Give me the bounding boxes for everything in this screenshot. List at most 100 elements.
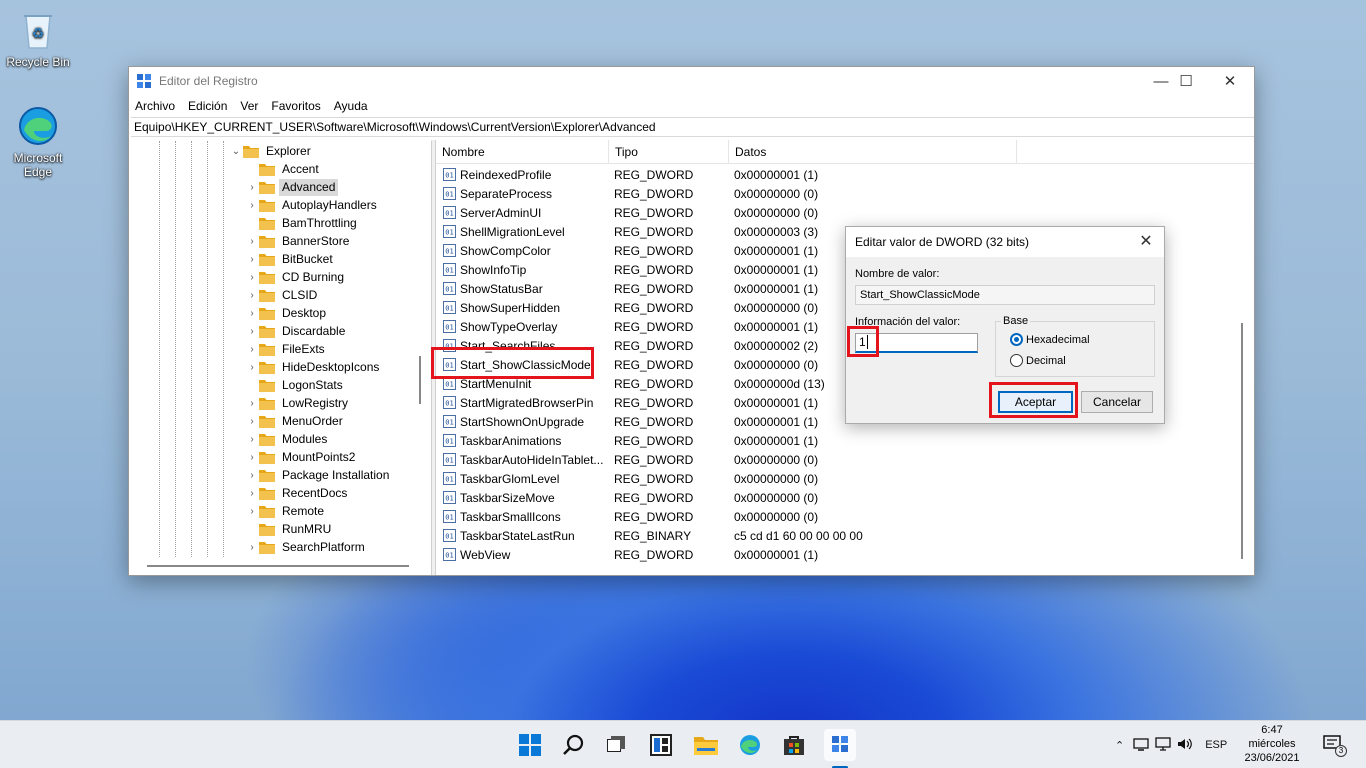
menu-archivo[interactable]: Archivo [135,99,175,113]
tree-item-mountpoints2[interactable]: › MountPoints2 [245,448,358,466]
chevron-right-icon[interactable]: › [245,326,259,337]
search-icon[interactable] [558,729,590,761]
chevron-right-icon[interactable]: › [245,362,259,373]
tree-item-runmru[interactable]: RunMRU [245,520,334,538]
tree-item-bamthrottling[interactable]: BamThrottling [245,214,360,232]
chevron-right-icon[interactable]: › [245,542,259,553]
chevron-right-icon[interactable]: › [245,272,259,283]
tree-item-label: RunMRU [282,521,332,536]
store-icon[interactable] [778,729,810,761]
chevron-right-icon[interactable]: › [245,488,259,499]
radio-decimal[interactable]: Decimal [1010,354,1066,367]
cancel-button[interactable]: Cancelar [1081,391,1153,413]
menu-favoritos[interactable]: Favoritos [271,99,320,113]
menu-ayuda[interactable]: Ayuda [334,99,368,113]
tree-item-fileexts[interactable]: › FileExts [245,340,328,358]
column-header-datos[interactable]: Datos [729,140,1017,164]
tree-item-searchplatform[interactable]: › SearchPlatform [245,538,368,556]
dialog-close-button[interactable]: ✕ [1136,232,1156,252]
tree-item-remote[interactable]: › Remote [245,502,327,520]
registry-value-row[interactable]: 01 TaskbarAutoHideInTablet... REG_DWORD 0x0… [436,450,1136,469]
desktop-icon-edge[interactable]: Microsoft Edge [3,104,73,179]
tree-item-autoplayhandlers[interactable]: › AutoplayHandlers [245,196,380,214]
column-header-tipo[interactable]: Tipo [609,140,729,164]
language-indicator[interactable]: ESP [1205,739,1227,751]
registry-value-row[interactable]: 01 SeparateProcess REG_DWORD 0x00000000 (0) [436,184,1136,203]
tree-vertical-scrollbar[interactable] [419,356,421,404]
chevron-right-icon[interactable]: › [245,398,259,409]
tree-item-modules[interactable]: › Modules [245,430,330,448]
close-button[interactable]: ✕ [1207,67,1253,95]
tree-horizontal-scrollbar[interactable] [147,565,409,567]
registry-value-row[interactable]: 01 ReindexedProfile REG_DWORD 0x00000001 (1… [436,165,1136,184]
file-explorer-icon[interactable] [690,729,722,761]
display-icon[interactable] [1155,736,1171,754]
tree-item-bitbucket[interactable]: › BitBucket [245,250,336,268]
tree-item-logonstats[interactable]: LogonStats [245,376,346,394]
tree-item-lowregistry[interactable]: › LowRegistry [245,394,351,412]
value-name: ShowSuperHidden [460,300,561,315]
tree-item-menuorder[interactable]: › MenuOrder [245,412,346,430]
tree-item-explorer[interactable]: ⌄ Explorer [229,142,314,160]
dialog-title-bar[interactable]: Editar valor de DWORD (32 bits) ✕ [846,227,1164,257]
value-name: Start_SearchFiles [460,338,556,353]
chevron-right-icon[interactable]: › [245,470,259,481]
title-bar[interactable]: Editor del Registro — ☐ ✕ [129,67,1254,95]
chevron-right-icon[interactable]: › [245,344,259,355]
network-icon[interactable] [1133,737,1149,754]
registry-value-row[interactable]: 01 ServerAdminUI REG_DWORD 0x00000000 (0) [436,203,1136,222]
address-bar[interactable]: Equipo\HKEY_CURRENT_USER\Software\Micros… [131,117,1254,137]
tree-item-package-installation[interactable]: › Package Installation [245,466,392,484]
notification-center-button[interactable]: 3 [1323,735,1347,757]
registry-value-row[interactable]: 01 TaskbarAnimations REG_DWORD 0x00000001 (… [436,431,1136,450]
chevron-right-icon[interactable]: › [245,416,259,427]
radio-button-selected [1010,333,1023,346]
chevron-right-icon[interactable]: › [245,434,259,445]
value-type: REG_DWORD [614,300,694,315]
chevron-right-icon[interactable]: › [245,506,259,517]
folder-icon [259,487,275,500]
tree-item-cd-burning[interactable]: › CD Burning [245,268,347,286]
widgets-icon[interactable] [645,729,677,761]
chevron-up-icon[interactable]: ⌃ [1115,739,1124,752]
registry-value-row[interactable]: 01 TaskbarSizeMove REG_DWORD 0x00000000 (0) [436,488,1136,507]
edge-icon[interactable] [734,729,766,761]
chevron-right-icon[interactable]: › [245,308,259,319]
tree-item-advanced[interactable]: › Advanced [245,178,339,196]
chevron-right-icon[interactable]: › [245,200,259,211]
clock[interactable]: 6:47 miércoles 23/06/2021 [1243,723,1301,765]
tree-item-desktop[interactable]: › Desktop [245,304,329,322]
chevron-down-icon[interactable]: ⌄ [229,146,243,157]
svg-text:01: 01 [445,172,453,180]
maximize-button[interactable]: ☐ [1163,67,1209,95]
start-icon[interactable] [514,729,546,761]
chevron-right-icon[interactable]: › [245,290,259,301]
desktop-icon-recycle-bin[interactable]: ♻ Recycle Bin [3,8,73,69]
tree-item-accent[interactable]: Accent [245,160,322,178]
radio-hexadecimal[interactable]: Hexadecimal [1010,333,1090,346]
tree-item-clsid[interactable]: › CLSID [245,286,320,304]
tree-item-hidedesktopicons[interactable]: › HideDesktopIcons [245,358,382,376]
menu-edicion[interactable]: Edición [188,99,227,113]
regedit-taskbar-icon[interactable] [824,729,856,761]
chevron-right-icon[interactable]: › [245,254,259,265]
value-data-input[interactable]: 1 [855,333,978,353]
tree-item-bannerstore[interactable]: › BannerStore [245,232,352,250]
registry-value-row[interactable]: 01 TaskbarSmallIcons REG_DWORD 0x00000000 (… [436,507,1136,526]
registry-value-row[interactable]: 01 TaskbarGlomLevel REG_DWORD 0x00000000 (0… [436,469,1136,488]
menu-ver[interactable]: Ver [240,99,258,113]
registry-value-icon: 01 [443,377,456,390]
ok-button[interactable]: Aceptar [998,391,1073,413]
column-header-nombre[interactable]: Nombre [436,140,609,164]
volume-icon[interactable] [1177,737,1193,754]
tree-item-discardable[interactable]: › Discardable [245,322,348,340]
list-vertical-scrollbar[interactable] [1241,323,1243,559]
task-view-icon[interactable] [600,729,632,761]
registry-value-icon: 01 [443,529,456,542]
chevron-right-icon[interactable]: › [245,236,259,247]
registry-value-row[interactable]: 01 TaskbarStateLastRun REG_BINARY c5 cd d1 … [436,526,1136,545]
registry-value-row[interactable]: 01 WebView REG_DWORD 0x00000001 (1) [436,545,1136,564]
chevron-right-icon[interactable]: › [245,452,259,463]
tree-item-recentdocs[interactable]: › RecentDocs [245,484,350,502]
chevron-right-icon[interactable]: › [245,182,259,193]
